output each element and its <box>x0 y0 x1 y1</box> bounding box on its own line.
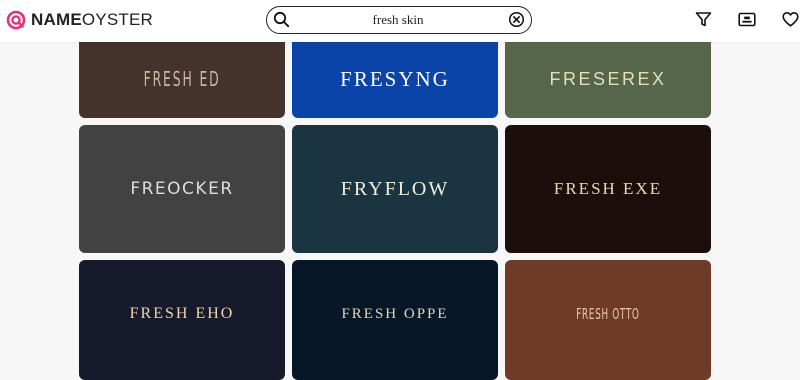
name-card-label: FRESEREX <box>549 68 667 89</box>
name-card-label: FRESH OPPE <box>341 305 449 322</box>
name-card[interactable]: FREOCKER <box>79 125 285 253</box>
name-card-label: FRESYNG <box>340 66 450 91</box>
name-card[interactable]: FRESH OTTO <box>505 260 711 380</box>
name-card-label: FRESH EXE <box>553 179 663 198</box>
results-grid: FRESH ED FRESYNG FRESEREX FREOCKER FRYFL… <box>0 0 800 380</box>
search-input[interactable] <box>297 10 499 30</box>
brand-logo[interactable]: NAMEOYSTER <box>6 9 153 31</box>
id-card-icon[interactable] <box>738 11 756 28</box>
name-card-label: FREOCKER <box>130 179 234 199</box>
name-card[interactable]: FRESH EXE <box>505 125 711 253</box>
search-bar <box>266 6 532 34</box>
name-card-label: FRESH OTTO <box>576 305 640 323</box>
heart-icon[interactable] <box>782 11 799 28</box>
search-icon[interactable] <box>273 11 290 33</box>
brand-name-bold: NAME <box>31 10 82 29</box>
name-card-label: FRESH EHO <box>129 305 235 322</box>
name-card-label: FRYFLOW <box>340 177 450 200</box>
brand-name: NAMEOYSTER <box>31 9 153 31</box>
top-bar: NAMEOYSTER <box>0 0 800 42</box>
name-card-label: FRESH ED <box>143 67 221 91</box>
brand-name-light: OYSTER <box>81 10 153 29</box>
clear-search-icon[interactable] <box>508 11 525 33</box>
name-card[interactable]: FRYFLOW <box>292 125 498 253</box>
name-card[interactable]: FRESH OPPE <box>292 260 498 380</box>
name-card[interactable]: FRESH EHO <box>79 260 285 380</box>
filter-icon[interactable] <box>695 11 712 28</box>
oyster-logo-icon <box>6 10 26 30</box>
